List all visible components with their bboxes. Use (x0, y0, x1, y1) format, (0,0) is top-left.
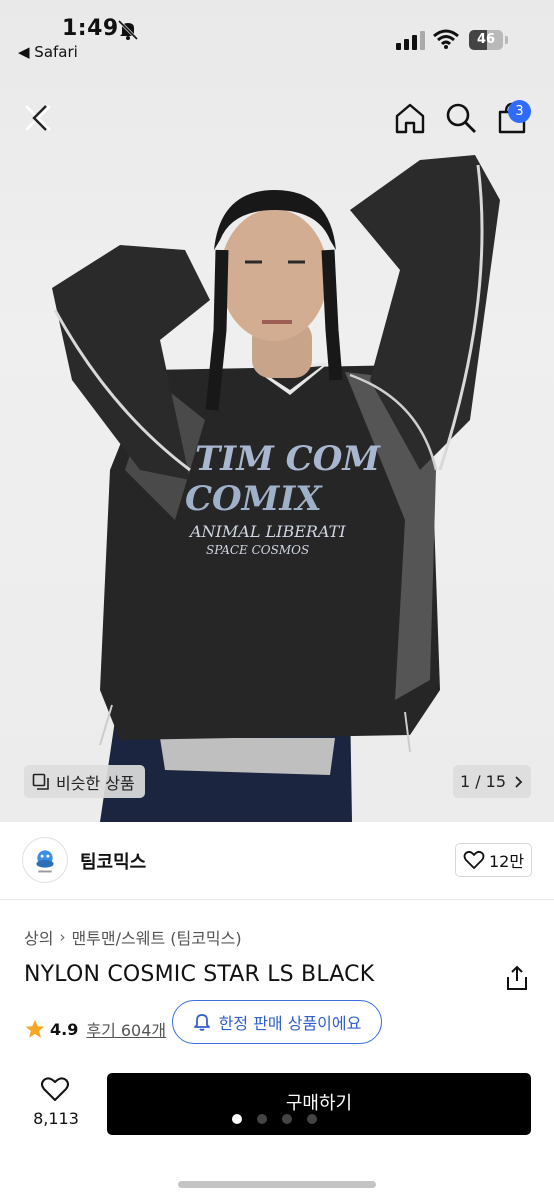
product-image-area[interactable]: TIM COM COMIX ANIMAL LIBERATI SPACE COSM… (0, 0, 554, 822)
svg-text:SPACE COSMOS: SPACE COSMOS (206, 543, 309, 557)
breadcrumb-separator-icon: › (59, 928, 66, 946)
share-icon[interactable] (504, 964, 530, 992)
bell-icon (193, 1014, 210, 1031)
rating-row: 4.9 후기 604개 (24, 1017, 166, 1041)
cellular-signal-icon (396, 31, 425, 50)
status-time: 1:49 (62, 16, 119, 41)
home-icon[interactable] (392, 100, 428, 136)
back-to-safari[interactable]: ◀ Safari (18, 43, 78, 61)
page-dot[interactable] (232, 1114, 242, 1124)
brand-logo[interactable] (22, 837, 68, 883)
home-indicator (178, 1181, 376, 1188)
similar-products-label: 비슷한 상품 (56, 773, 135, 793)
limited-sale-badge[interactable]: 한정 판매 상품이에요 (172, 1000, 382, 1044)
page-dots (232, 1114, 317, 1124)
brand-like-button[interactable]: 12만 (455, 843, 532, 877)
buy-button[interactable]: 구매하기 (107, 1073, 531, 1135)
bell-muted-icon (117, 19, 139, 41)
breadcrumb: 상의 › 맨투맨/스웨트 (팀코믹스) (24, 925, 242, 949)
svg-text:TIM COM: TIM COM (195, 439, 381, 479)
heart-icon (41, 1077, 69, 1101)
battery-level: 46 (476, 32, 496, 47)
page-dot[interactable] (282, 1114, 292, 1124)
breadcrumb-category[interactable]: 상의 (24, 925, 53, 949)
page-dot[interactable] (307, 1114, 317, 1124)
product-title: NYLON COSMIC STAR LS BLACK (24, 962, 375, 987)
search-icon[interactable] (443, 100, 479, 136)
close-icon[interactable] (20, 100, 56, 136)
svg-text:COMIX: COMIX (185, 479, 323, 519)
svg-text:ANIMAL LIBERATI: ANIMAL LIBERATI (188, 522, 346, 541)
limited-sale-text: 한정 판매 상품이에요 (218, 1014, 362, 1033)
status-bar: 1:49 ◀ Safari 46 (0, 0, 554, 70)
wishlist-button[interactable]: 8,113 (24, 1075, 88, 1131)
similar-products-button[interactable]: 비슷한 상품 (24, 765, 145, 798)
chevron-right-icon (515, 775, 523, 788)
cart-count-badge: 3 (508, 100, 531, 123)
brand-name[interactable]: 팀코믹스 (80, 848, 146, 874)
breadcrumb-subcategory[interactable]: 맨투맨/스웨트 (팀코믹스) (71, 925, 241, 949)
heart-icon (463, 850, 485, 869)
rating-score: 4.9 (50, 1019, 79, 1039)
star-icon (25, 1019, 45, 1038)
wifi-icon (433, 29, 459, 49)
review-count-link[interactable]: 후기 604개 (86, 1017, 166, 1041)
image-counter-text: 1 / 15 (459, 772, 507, 791)
buy-button-label: 구매하기 (285, 1093, 353, 1114)
similar-items-icon (32, 773, 49, 790)
brand-like-count: 12만 (488, 852, 525, 871)
wishlist-count: 8,113 (33, 1109, 79, 1128)
brand-row[interactable]: 팀코믹스 12만 (0, 822, 554, 900)
page-dot[interactable] (257, 1114, 267, 1124)
image-counter[interactable]: 1 / 15 (453, 765, 531, 798)
battery-icon: 46 (469, 30, 509, 50)
